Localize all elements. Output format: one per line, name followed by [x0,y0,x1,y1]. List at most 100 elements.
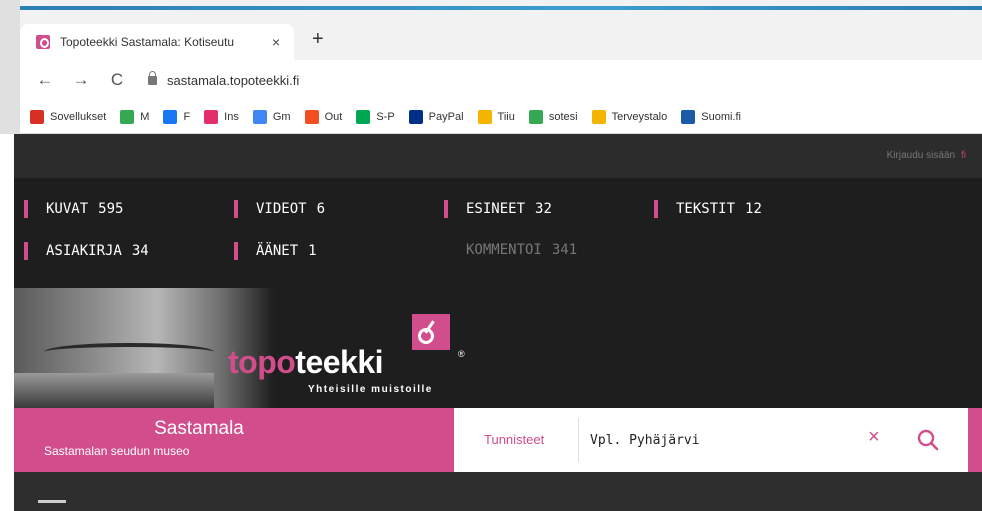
stat-marker [24,200,28,218]
stat-label: TEKSTIT [676,201,736,217]
folder-icon [591,109,606,124]
stat-asiakirja[interactable]: ASIAKIRJA 34 [24,242,149,260]
bookmark-item[interactable]: Gm [252,109,291,124]
menu-lines-icon [528,109,543,124]
stat-marker [234,242,238,260]
bookmark-label: sotesi [548,110,578,123]
search-icon[interactable] [916,428,940,452]
stat-value: 1 [308,243,317,259]
stat-value: 6 [316,201,326,217]
bookmark-label: Out [324,110,343,123]
logo-tagline: Yhteisille muistoille [308,384,433,395]
registered-mark: ® [458,349,465,359]
topoteekki-logo[interactable]: topoteekki [228,344,384,381]
clear-search-icon[interactable]: × [868,426,880,449]
apps-grid-icon [30,109,44,124]
bookmark-label: Suomi.fi [701,110,741,123]
address-bar[interactable]: sastamala.topoteekki.fi [148,70,299,88]
logo-part-teekki: teekki [295,344,384,380]
login-label: Kirjaudu sisään [886,150,955,161]
tab-close-icon[interactable]: × [272,34,280,50]
bookmark-label: Gm [272,110,291,123]
bookmark-item[interactable]: F [163,109,191,124]
stat-marker [654,200,658,218]
stat-kommentoi[interactable]: KOMMENTOI 341 [466,242,577,258]
language-flag[interactable]: fi [961,150,966,161]
stat-label: VIDEOT [256,201,307,217]
stat-marker [24,242,28,260]
bookmark-item[interactable]: Suomi.fi [681,109,741,124]
content-strip [14,472,982,511]
new-tab-icon[interactable]: + [312,28,324,51]
organization-subtitle: Sastamalan seudun museo [44,444,190,458]
window-left-edge [0,0,20,134]
stat-label: ASIAKIRJA [46,243,122,259]
reload-icon[interactable]: C [106,70,128,90]
bookmark-item[interactable]: Sovellukset [30,109,106,124]
instagram-icon [204,109,219,124]
stat-value: 595 [98,201,124,217]
bookmark-label: F [183,110,191,123]
browser-chrome: Topoteekki Sastamala: Kotiseutu × + ← → … [0,0,982,134]
stat-marker [444,200,448,218]
stat-value: 341 [551,242,578,258]
browser-tab[interactable]: Topoteekki Sastamala: Kotiseutu × [20,24,294,60]
organization-header[interactable]: Sastamala Sastamalan seudun museo [14,408,454,472]
login-link[interactable]: Kirjaudu sisään fi [887,150,966,161]
stat-label: ÄÄNET [256,243,299,259]
map-pin-icon [120,109,135,124]
organization-name: Sastamala [154,418,244,439]
bookmark-label: M [140,110,150,123]
bookmark-item[interactable]: M [120,109,150,124]
bookmark-item[interactable]: Terveystalo [591,109,668,124]
stat-label: ESINEET [466,201,526,217]
bookmarks-bar: Sovellukset M F Ins Gm Out S-P PayPal Tiiu sotesi… [20,100,982,134]
search-input[interactable] [590,428,850,452]
stat-label: KUVAT [46,201,89,217]
menu-handle-icon[interactable] [38,500,66,503]
google-icon [252,109,267,124]
bookmark-label: PayPal [428,110,464,123]
search-panel: Tunnisteet × [454,408,968,472]
search-divider [578,418,579,462]
bookmark-item[interactable]: sotesi [528,109,578,124]
bookmark-label: Tiiu [497,110,515,123]
stat-kuvat[interactable]: KUVAT 595 [24,200,123,218]
tab-title: Topoteekki Sastamala: Kotiseutu [60,35,235,49]
tags-filter-button[interactable]: Tunnisteet [484,432,544,447]
stat-esineet[interactable]: ESINEET 32 [444,200,552,218]
topoteekki-favicon-icon [36,35,50,49]
lock-icon [148,70,157,85]
window-top-edge [0,6,982,10]
suomifi-icon [681,109,696,124]
bookmark-item[interactable]: Tiiu [477,109,515,124]
paypal-icon [408,109,423,124]
bookmark-label: Terveystalo [611,110,668,123]
bookmark-label: S-P [376,110,395,123]
forward-arrow-icon[interactable]: → [70,70,92,90]
search-panel-edge [968,408,982,472]
stat-value: 12 [745,201,762,217]
site-topbar: Kirjaudu sisään fi [14,134,982,178]
stat-tekstit[interactable]: TEKSTIT 12 [654,200,762,218]
bookmark-label: Ins [224,110,239,123]
stat-value: 32 [535,201,552,217]
stat-marker [234,200,238,218]
stat-aanet[interactable]: ÄÄNET 1 [234,242,317,260]
topoteekki-mark-icon [412,314,450,350]
bookmark-item[interactable]: Ins [204,109,239,124]
bookmark-item[interactable]: Out [304,109,343,124]
navigation-bar: ← → C sastamala.topoteekki.fi [20,60,982,100]
topoteekki-site: Kirjaudu sisään fi KUVAT 595 VIDEOT 6 ESI… [14,134,982,511]
facebook-icon [163,109,178,124]
folder-icon [477,109,492,124]
stat-videot[interactable]: VIDEOT 6 [234,200,325,218]
bookmark-item[interactable]: S-P [356,109,395,124]
logo-part-topo: topo [228,344,296,380]
sp-icon [356,109,371,124]
stat-value: 34 [131,243,149,259]
back-arrow-icon[interactable]: ← [34,70,56,90]
stat-label: KOMMENTOI [466,242,542,258]
bookmark-item[interactable]: PayPal [408,109,464,124]
office-icon [304,109,319,124]
